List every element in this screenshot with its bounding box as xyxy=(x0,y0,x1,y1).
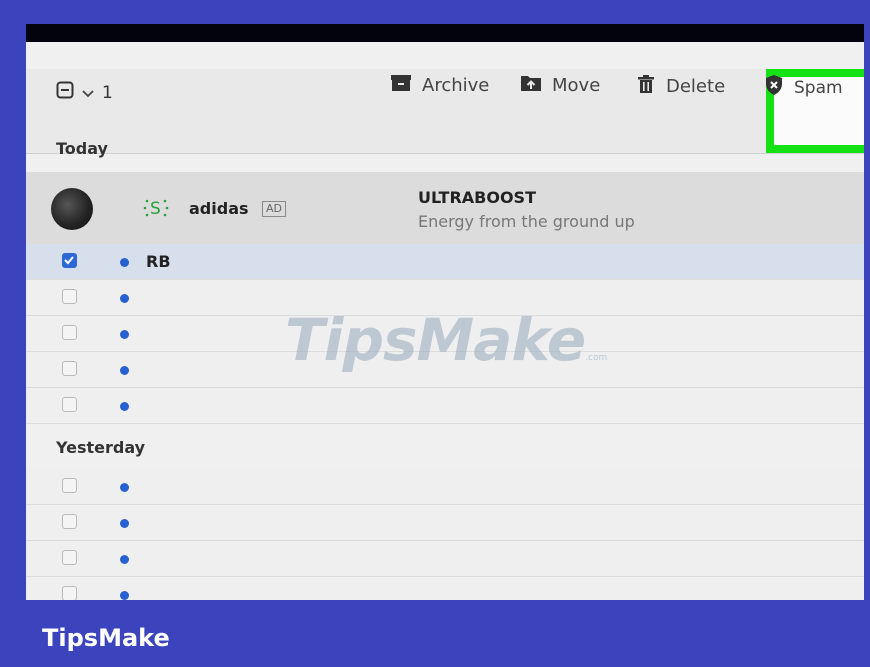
row-sender: RB xyxy=(146,252,171,271)
window-top-bar xyxy=(26,24,864,42)
list-item[interactable] xyxy=(26,505,864,541)
spam-label: Spam xyxy=(794,77,843,98)
row-checkbox[interactable] xyxy=(62,550,77,565)
section-header-yesterday: Yesterday xyxy=(56,438,146,457)
unread-dot xyxy=(120,591,129,600)
unread-dot xyxy=(120,519,129,528)
brand-footer: TipsMake xyxy=(42,624,170,652)
ad-row[interactable]: S adidas AD ULTRABOOST Energy from the g… xyxy=(26,172,864,244)
unread-dot xyxy=(120,330,129,339)
list-item[interactable]: RB xyxy=(26,244,864,280)
row-checkbox[interactable] xyxy=(62,325,77,340)
spam-button[interactable]: Spam xyxy=(764,74,843,101)
check-icon xyxy=(64,256,74,265)
move-button[interactable]: Move xyxy=(520,74,600,97)
unread-dot xyxy=(120,555,129,564)
ad-preview: Energy from the ground up xyxy=(418,212,635,231)
list-item[interactable] xyxy=(26,469,864,505)
shield-x-icon xyxy=(764,74,784,101)
list-item[interactable] xyxy=(26,388,864,424)
watermark-text: TipsMake xyxy=(285,306,586,374)
unread-dot xyxy=(120,483,129,492)
watermark: TipsMake.com xyxy=(285,306,607,374)
move-icon xyxy=(520,74,542,97)
avatar xyxy=(51,188,93,230)
delete-label: Delete xyxy=(666,76,726,97)
list-item[interactable] xyxy=(26,541,864,577)
archive-icon xyxy=(390,74,412,97)
ad-badge: AD xyxy=(262,201,286,217)
archive-label: Archive xyxy=(422,75,490,96)
ad-sender: adidas xyxy=(189,199,249,218)
archive-button[interactable]: Archive xyxy=(390,74,489,97)
checkbox-select-icon[interactable] xyxy=(56,81,74,104)
row-checkbox[interactable] xyxy=(62,289,77,304)
unread-dot xyxy=(120,258,129,267)
watermark-suffix: .com xyxy=(585,353,608,363)
trash-icon xyxy=(636,74,656,99)
section-header-today: Today xyxy=(56,139,108,158)
unread-dot xyxy=(120,294,129,303)
row-checkbox[interactable] xyxy=(62,253,77,268)
unread-dot xyxy=(120,402,129,411)
row-checkbox[interactable] xyxy=(62,397,77,412)
selected-count: 1 xyxy=(102,82,113,103)
row-checkbox[interactable] xyxy=(62,478,77,493)
list-item[interactable] xyxy=(26,577,864,600)
row-checkbox[interactable] xyxy=(62,586,77,600)
row-checkbox[interactable] xyxy=(62,514,77,529)
unread-dot xyxy=(120,366,129,375)
svg-text:S: S xyxy=(150,199,161,219)
chevron-down-icon[interactable] xyxy=(82,83,94,103)
delete-button[interactable]: Delete xyxy=(636,74,725,99)
select-all-control[interactable]: 1 xyxy=(56,81,113,104)
ad-subject: ULTRABOOST xyxy=(418,188,536,207)
row-checkbox[interactable] xyxy=(62,361,77,376)
move-label: Move xyxy=(552,75,601,96)
ad-logo-icon: S xyxy=(142,196,170,224)
